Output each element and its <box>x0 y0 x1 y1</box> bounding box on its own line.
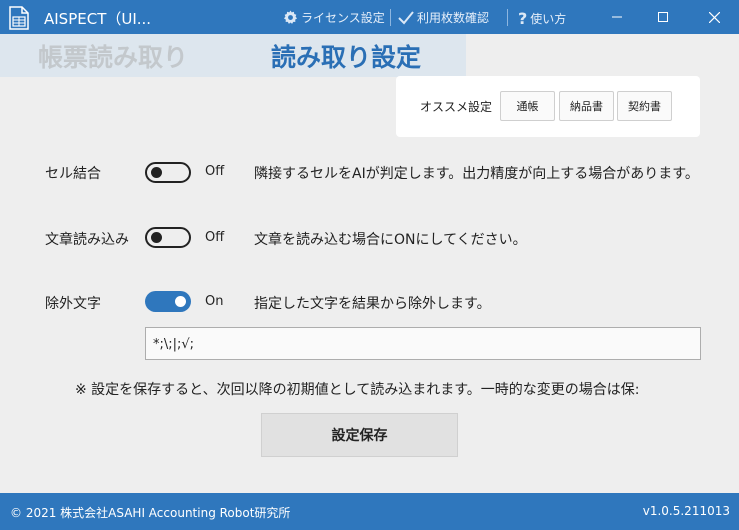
toggle-knob <box>151 232 162 243</box>
minimize-button[interactable] <box>594 0 640 34</box>
recommended-settings-label: オススメ設定 <box>420 100 493 114</box>
sentence-read-state: Off <box>205 230 225 245</box>
exclude-chars-label: 除外文字 <box>45 296 101 312</box>
window-title: AISPECT（UI... <box>44 10 152 28</box>
cell-merge-description: 隣接するセルをAIが判定します。出力精度が向上する場合があります。 <box>254 166 699 182</box>
maximize-button[interactable] <box>640 0 686 34</box>
preset-passbook-button[interactable]: 通帳 <box>500 91 555 121</box>
exclude-chars-description: 指定した文字を結果から除外します。 <box>254 296 491 312</box>
exclude-chars-toggle[interactable] <box>145 291 191 312</box>
separator <box>390 9 391 26</box>
help-link[interactable]: ? 使い方 <box>518 9 566 28</box>
checkmark-icon <box>398 11 414 25</box>
toggle-knob <box>175 296 186 307</box>
exclude-chars-input[interactable]: *;\;|;√; <box>145 327 701 360</box>
usage-check-label: 利用枚数確認 <box>417 11 490 25</box>
tab-form-reading[interactable]: 帳票読み取り <box>38 38 188 74</box>
maximize-icon <box>658 12 668 22</box>
separator <box>507 9 508 26</box>
tab-reading-settings[interactable]: 読み取り設定 <box>271 38 421 74</box>
save-settings-button[interactable]: 設定保存 <box>261 413 458 457</box>
sentence-read-label: 文章読み込み <box>45 232 129 248</box>
cell-merge-label: セル結合 <box>45 166 101 182</box>
license-settings-label: ライセンス設定 <box>301 11 385 25</box>
usage-check-link[interactable]: 利用枚数確認 <box>398 9 489 26</box>
sentence-read-toggle[interactable] <box>145 227 191 248</box>
toggle-knob <box>151 167 162 178</box>
gear-icon <box>283 10 298 24</box>
close-icon <box>708 11 720 23</box>
exclude-chars-state: On <box>205 294 224 309</box>
question-icon: ? <box>518 9 528 28</box>
minimize-icon <box>612 16 622 18</box>
status-bar: © 2021 株式会社ASAHI Accounting Robot研究所 v1.… <box>0 493 739 530</box>
app-logo-icon <box>9 6 29 30</box>
copyright-text: © 2021 株式会社ASAHI Accounting Robot研究所 <box>10 506 291 520</box>
preset-contract-button[interactable]: 契約書 <box>617 91 672 121</box>
save-note: ※ 設定を保存すると、次回以降の初期値として読み込まれます。一時的な変更の場合は… <box>75 382 640 398</box>
preset-delivery-note-button[interactable]: 納品書 <box>559 91 614 121</box>
license-settings-link[interactable]: ライセンス設定 <box>283 9 385 26</box>
close-button[interactable] <box>691 0 737 34</box>
sentence-read-description: 文章を読み込む場合にONにしてください。 <box>254 232 527 248</box>
cell-merge-toggle[interactable] <box>145 162 191 183</box>
cell-merge-state: Off <box>205 164 225 179</box>
title-bar: AISPECT（UI... ライセンス設定 利用枚数確認 ? 使い方 <box>0 0 739 34</box>
version-text: v1.0.5.211013 <box>642 504 730 518</box>
help-label: 使い方 <box>530 12 567 26</box>
